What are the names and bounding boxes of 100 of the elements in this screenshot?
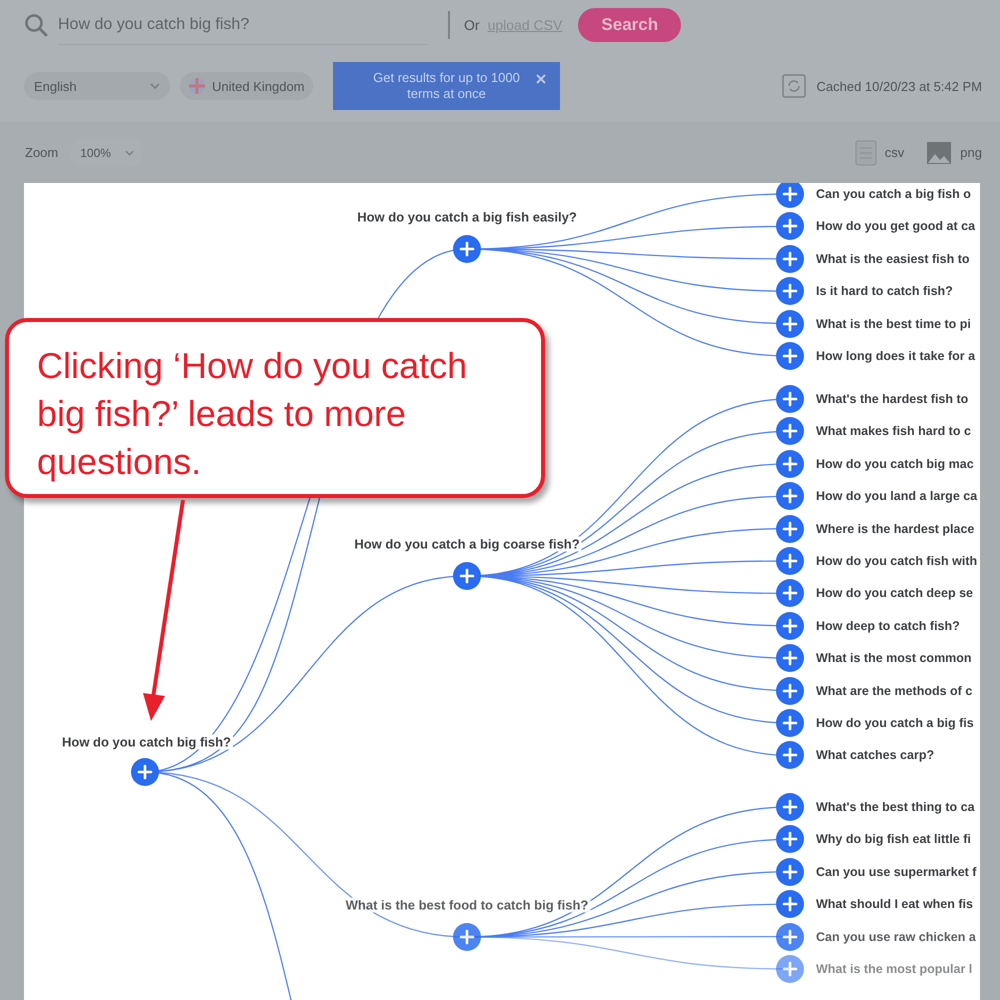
question-label: How do you catch big fish? [60,734,233,750]
plus-icon [782,186,798,202]
zoom-label: Zoom [25,145,58,160]
country-chip[interactable]: United Kingdom [180,72,312,100]
question-label: Is it hard to catch fish? [814,284,955,298]
plus-icon [782,961,798,977]
export-label[interactable]: csv [884,145,904,160]
question-label: How do you catch a big fish easily? [355,210,579,224]
plus-icon [782,928,798,945]
expand-button[interactable] [776,342,804,370]
search-icon [24,13,48,37]
caret-icon [150,83,160,89]
plus-icon [782,896,798,912]
plus-icon [782,618,798,634]
expand-button[interactable] [776,922,804,951]
question-label: Can you use supermarket f [814,864,978,879]
plus-icon [137,764,153,780]
expand-button[interactable] [776,709,804,737]
question-label: Can you catch a big fish o [814,187,973,201]
question-label: What catches carp? [814,748,936,762]
expand-button[interactable] [776,183,804,208]
question-label: What are the methods of c [814,684,974,698]
question-label: How do you land a large ca [814,489,980,504]
question-label: What is the easiest fish to [814,252,972,266]
plus-icon [782,553,798,569]
plus-icon [782,250,798,267]
cached-text: Cached 10/20/23 at 5:42 PM [816,78,982,94]
plus-icon [782,715,798,731]
question-label: What is the most popular l [814,962,974,976]
expand-button[interactable] [776,417,804,446]
question-label: What is the most common [814,651,974,666]
plus-icon [782,799,798,815]
expand-button[interactable] [776,890,804,918]
question-label: How do you get good at ca [814,219,978,234]
image-icon [926,140,952,164]
expand-button[interactable] [776,244,804,273]
question-label: How do you catch fish with [814,554,980,568]
plus-icon [782,488,798,504]
expand-button[interactable] [776,858,804,886]
expand-button[interactable] [776,676,804,705]
plus-icon [782,682,798,699]
expand-button[interactable] [776,385,804,413]
plus-icon [782,218,798,234]
plus-icon [782,283,798,300]
plus-icon [782,585,798,602]
caret-icon [125,150,134,156]
expand-button[interactable] [776,277,804,306]
expand-button[interactable] [776,825,804,854]
plus-icon [782,316,798,332]
flag-icon [188,77,206,95]
question-label: Can you use raw chicken a [814,930,978,944]
question-label: Where is the hardest place [814,522,976,536]
plus-icon [782,348,798,364]
expand-button[interactable] [453,235,481,263]
expand-button[interactable] [776,514,804,543]
export-label[interactable]: png [960,145,982,160]
expand-button[interactable] [776,450,804,478]
expand-button[interactable] [776,612,804,640]
question-label: What's the best thing to ca [814,800,977,814]
language-select[interactable]: English [24,72,170,100]
expand-button[interactable] [776,212,804,240]
or-text: Or [464,17,480,33]
question-label: How do you catch a big fis [814,716,976,730]
plus-icon [782,520,798,537]
plus-icon [459,241,475,257]
question-label: What is the best time to pi [814,316,973,331]
question-label: How do you catch a big coarse fish? [352,536,582,552]
expand-button[interactable] [776,644,804,672]
expand-button[interactable] [776,482,804,510]
plus-icon [782,831,798,848]
expand-button[interactable] [776,741,804,770]
question-label: Why do big fish eat little fi [814,832,973,846]
question-label: What is the best food to catch big fish? [344,898,590,912]
tooltip-text: Get results for up to 1000 terms at once [372,70,521,102]
plus-icon [782,650,798,666]
expand-button[interactable] [131,758,159,786]
expand-button[interactable] [453,923,481,951]
expand-button[interactable] [776,955,804,983]
spreadsheet-icon [854,140,877,166]
callout-text: Clicking ‘How do you catch big fish?’ leads to more questions. [37,344,468,484]
question-label: What makes fish hard to c [814,424,973,438]
question-label: How do you catch big mac [814,456,976,471]
expand-button[interactable] [776,793,804,821]
question-label: How long does it take for a [814,349,978,363]
plus-icon [782,747,798,764]
question-label: How deep to catch fish? [814,618,962,633]
question-label: How do you catch deep se [814,586,975,600]
plus-icon [782,864,798,880]
expand-button[interactable] [776,579,804,608]
plus-icon [459,929,475,945]
plus-icon [782,391,798,407]
expand-button[interactable] [776,310,804,338]
expand-button[interactable] [453,562,481,590]
question-label: What should I eat when fis [814,897,975,912]
close-icon[interactable] [536,74,546,84]
plus-icon [782,423,798,440]
search-button[interactable]: Search [578,8,682,42]
plus-icon [782,456,798,472]
search-field[interactable]: How do you catch big fish? [58,6,428,44]
expand-button[interactable] [776,547,804,575]
